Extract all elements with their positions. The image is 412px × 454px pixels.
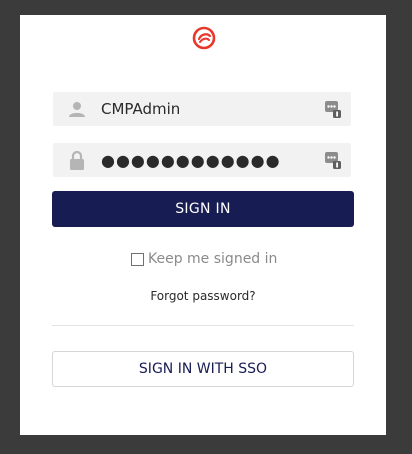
password-field[interactable]: ●●●●●●●●●●●● <box>53 143 351 177</box>
username-field[interactable]: CMPAdmin <box>53 92 351 126</box>
username-value[interactable]: CMPAdmin <box>101 100 315 118</box>
password-value[interactable]: ●●●●●●●●●●●● <box>101 151 315 170</box>
password-manager-icon[interactable] <box>315 92 351 126</box>
user-icon <box>53 92 101 126</box>
login-card: CMPAdmin ●●●●●●●●●●●● SIGN IN Keep me si… <box>20 15 386 435</box>
keep-signed-in[interactable]: Keep me signed in <box>131 251 277 267</box>
swirl-logo-icon <box>191 25 217 51</box>
sign-in-sso-button[interactable]: SIGN IN WITH SSO <box>52 351 354 387</box>
divider <box>52 325 354 326</box>
lock-icon <box>53 143 101 177</box>
keep-signed-in-label: Keep me signed in <box>148 251 278 267</box>
password-manager-icon[interactable] <box>315 143 351 177</box>
keep-signed-in-checkbox[interactable] <box>131 252 144 266</box>
sign-in-button[interactable]: SIGN IN <box>52 191 354 227</box>
forgot-password-link[interactable]: Forgot password? <box>20 289 386 303</box>
